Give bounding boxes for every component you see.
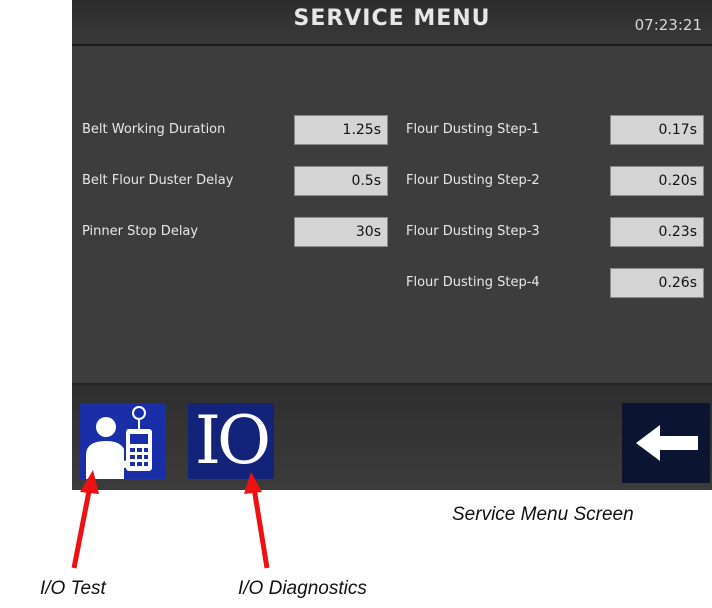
io-label: IO [194,402,271,479]
param-label-flour-dusting-step-3: Flour Dusting Step-3 [406,224,540,239]
value-field-flour-dusting-step-2[interactable]: 0.20s [610,166,704,196]
value-field-belt-working-duration[interactable]: 1.25s [294,115,388,145]
value-field-belt-flour-duster-delay[interactable]: 0.5s [294,166,388,196]
arrow-line-io-diagnostics [251,487,270,569]
value-field-flour-dusting-step-4[interactable]: 0.26s [610,268,704,298]
hmi-screen: SERVICE MENU 07:23:21 Belt Working Durat… [72,0,712,490]
value-field-pinner-stop-delay[interactable]: 30s [294,217,388,247]
io-diagnostics-button[interactable]: IO [188,403,274,479]
arrow-line-io-test [71,485,93,569]
value-field-flour-dusting-step-3[interactable]: 0.23s [610,217,704,247]
value-field-flour-dusting-step-1[interactable]: 0.17s [610,115,704,145]
arrow-left-icon [636,425,698,461]
param-label-belt-working-duration: Belt Working Duration [82,122,226,137]
param-label-pinner-stop-delay: Pinner Stop Delay [82,224,199,239]
technician-tester-icon [86,406,152,479]
io-test-button[interactable] [80,403,166,479]
param-label-belt-flour-duster-delay: Belt Flour Duster Delay [82,173,234,188]
page-title: SERVICE MENU [293,6,491,31]
caption-io-diagnostics: I/O Diagnostics [238,578,367,599]
title-bar: SERVICE MENU 07:23:21 [72,0,712,46]
caption-io-test: I/O Test [40,578,106,599]
param-label-flour-dusting-step-2: Flour Dusting Step-2 [406,173,540,188]
param-label-flour-dusting-step-4: Flour Dusting Step-4 [406,275,540,290]
bottom-toolbar: IO [72,383,712,490]
caption-service-menu-screen: Service Menu Screen [452,504,634,525]
back-button[interactable] [622,403,710,483]
param-label-flour-dusting-step-1: Flour Dusting Step-1 [406,122,540,137]
clock-display: 07:23:21 [634,16,702,34]
